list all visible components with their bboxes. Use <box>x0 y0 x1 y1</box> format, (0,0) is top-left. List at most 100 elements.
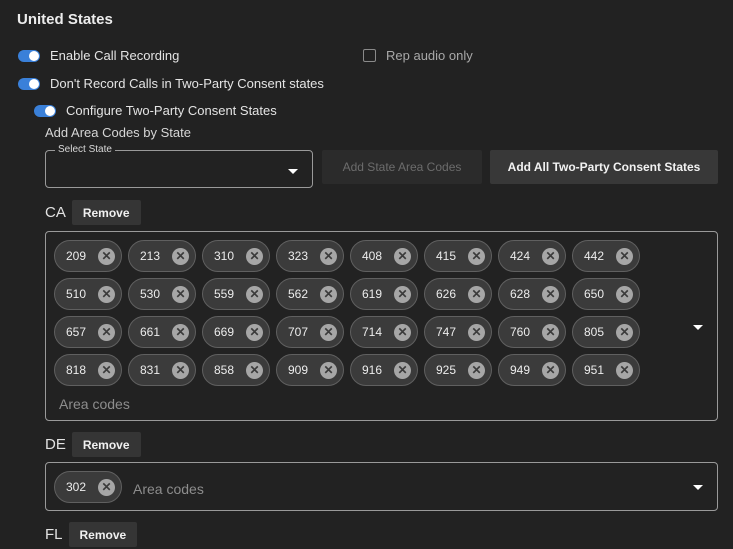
close-circle-icon[interactable]: ✕ <box>98 285 115 303</box>
state-header-fl: FL Remove <box>45 522 138 547</box>
close-circle-icon[interactable]: ✕ <box>468 285 485 303</box>
area-codes-input-de[interactable]: 302 ✕ Area codes <box>45 462 718 511</box>
close-circle-icon[interactable]: ✕ <box>320 285 337 303</box>
area-code-chip: 916 ✕ <box>350 354 418 386</box>
rep-audio-only-row[interactable]: Rep audio only <box>363 48 473 63</box>
close-circle-icon[interactable]: ✕ <box>246 323 263 341</box>
area-code-chip: 707 ✕ <box>276 316 344 348</box>
enable-recording-row[interactable]: Enable Call Recording <box>18 48 179 63</box>
close-circle-icon[interactable]: ✕ <box>394 361 411 379</box>
area-code-chip-label: 916 <box>362 363 383 377</box>
close-circle-icon[interactable]: ✕ <box>394 323 411 341</box>
close-circle-icon[interactable]: ✕ <box>320 323 337 341</box>
area-code-chip-label: 805 <box>584 325 605 339</box>
close-circle-icon[interactable]: ✕ <box>320 247 337 265</box>
area-code-chip-label: 415 <box>436 249 457 263</box>
area-code-chip-label: 657 <box>66 325 87 339</box>
area-code-chip-label: 909 <box>288 363 309 377</box>
area-code-chip-label: 760 <box>510 325 531 339</box>
caret-down-icon[interactable] <box>693 485 703 490</box>
area-code-chip-label: 858 <box>214 363 235 377</box>
area-code-chip: 858 ✕ <box>202 354 270 386</box>
area-code-chip-label: 661 <box>140 325 161 339</box>
close-circle-icon[interactable]: ✕ <box>172 323 189 341</box>
close-circle-icon[interactable]: ✕ <box>468 323 485 341</box>
close-circle-icon[interactable]: ✕ <box>616 247 633 265</box>
close-circle-icon[interactable]: ✕ <box>246 361 263 379</box>
area-code-chip-label: 626 <box>436 287 457 301</box>
area-code-chip-label: 951 <box>584 363 605 377</box>
enable-recording-label: Enable Call Recording <box>50 48 180 63</box>
remove-state-button[interactable]: Remove <box>71 432 141 457</box>
rep-audio-only-label: Rep audio only <box>386 48 473 63</box>
remove-state-button[interactable]: Remove <box>68 522 138 547</box>
area-code-chip: 657 ✕ <box>54 316 122 348</box>
area-code-chip: 669 ✕ <box>202 316 270 348</box>
close-circle-icon[interactable]: ✕ <box>542 361 559 379</box>
add-state-area-codes-button[interactable]: Add State Area Codes <box>322 150 482 184</box>
area-code-chips: 209 ✕ 213 ✕ 310 ✕ 323 ✕ 408 ✕ 415 ✕ 424 ✕ 442 ✕ 510 ✕ 530 ✕… <box>54 240 640 386</box>
remove-state-button[interactable]: Remove <box>71 200 141 225</box>
area-code-chip: 442 ✕ <box>572 240 640 272</box>
close-circle-icon[interactable]: ✕ <box>172 285 189 303</box>
close-circle-icon[interactable]: ✕ <box>246 285 263 303</box>
area-code-chip: 909 ✕ <box>276 354 344 386</box>
section-title: United States <box>17 11 113 28</box>
area-code-chip: 805 ✕ <box>572 316 640 348</box>
area-code-chip-label: 510 <box>66 287 87 301</box>
close-circle-icon[interactable]: ✕ <box>394 285 411 303</box>
area-code-chip: 302 ✕ <box>54 471 122 503</box>
area-codes-input-ca[interactable]: 209 ✕ 213 ✕ 310 ✕ 323 ✕ 408 ✕ 415 ✕ 424 ✕ 442 ✕ 510 ✕ 530 ✕… <box>45 231 718 421</box>
close-circle-icon[interactable]: ✕ <box>98 361 115 379</box>
enable-recording-toggle[interactable] <box>18 49 40 62</box>
area-code-chip: 559 ✕ <box>202 278 270 310</box>
close-circle-icon[interactable]: ✕ <box>394 247 411 265</box>
dont-record-row[interactable]: Don't Record Calls in Two-Party Consent … <box>18 76 324 91</box>
close-circle-icon[interactable]: ✕ <box>616 361 633 379</box>
area-code-chip-label: 562 <box>288 287 309 301</box>
area-code-chip-label: 302 <box>66 480 87 494</box>
close-circle-icon[interactable]: ✕ <box>246 247 263 265</box>
dont-record-toggle[interactable] <box>18 77 40 90</box>
area-codes-placeholder: Area codes <box>133 481 204 497</box>
area-code-chip: 510 ✕ <box>54 278 122 310</box>
select-state-label: Select State <box>55 144 115 155</box>
close-circle-icon[interactable]: ✕ <box>616 323 633 341</box>
area-code-chip: 408 ✕ <box>350 240 418 272</box>
close-circle-icon[interactable]: ✕ <box>98 478 115 496</box>
close-circle-icon[interactable]: ✕ <box>542 247 559 265</box>
area-code-chip: 209 ✕ <box>54 240 122 272</box>
configure-toggle[interactable] <box>34 104 56 117</box>
close-circle-icon[interactable]: ✕ <box>468 247 485 265</box>
area-code-chip-label: 442 <box>584 249 605 263</box>
area-code-chip: 949 ✕ <box>498 354 566 386</box>
close-circle-icon[interactable]: ✕ <box>542 323 559 341</box>
configure-row[interactable]: Configure Two-Party Consent States <box>34 103 277 118</box>
select-state-dropdown[interactable]: Select State <box>45 144 313 188</box>
close-circle-icon[interactable]: ✕ <box>542 285 559 303</box>
close-circle-icon[interactable]: ✕ <box>98 247 115 265</box>
state-code: CA <box>45 204 66 221</box>
area-code-chip: 714 ✕ <box>350 316 418 348</box>
close-circle-icon[interactable]: ✕ <box>468 361 485 379</box>
add-all-two-party-button[interactable]: Add All Two-Party Consent States <box>490 150 718 184</box>
area-code-chip-label: 831 <box>140 363 161 377</box>
area-code-chip: 310 ✕ <box>202 240 270 272</box>
close-circle-icon[interactable]: ✕ <box>172 247 189 265</box>
close-circle-icon[interactable]: ✕ <box>320 361 337 379</box>
close-circle-icon[interactable]: ✕ <box>172 361 189 379</box>
configure-label: Configure Two-Party Consent States <box>66 103 277 118</box>
area-code-chip-label: 669 <box>214 325 235 339</box>
area-code-chip: 925 ✕ <box>424 354 492 386</box>
caret-down-icon[interactable] <box>693 325 703 330</box>
close-circle-icon[interactable]: ✕ <box>98 323 115 341</box>
area-code-chip-label: 714 <box>362 325 383 339</box>
area-code-chip-label: 559 <box>214 287 235 301</box>
close-circle-icon[interactable]: ✕ <box>616 285 633 303</box>
area-code-chip: 619 ✕ <box>350 278 418 310</box>
area-code-chip-label: 925 <box>436 363 457 377</box>
caret-down-icon[interactable] <box>288 169 298 174</box>
area-code-chip: 626 ✕ <box>424 278 492 310</box>
area-code-chip-label: 530 <box>140 287 161 301</box>
rep-audio-only-checkbox[interactable] <box>363 49 376 62</box>
